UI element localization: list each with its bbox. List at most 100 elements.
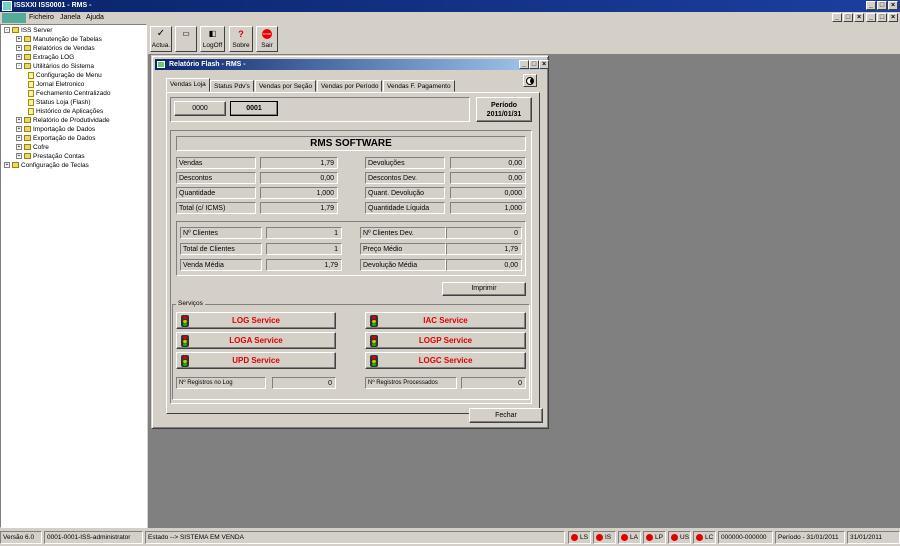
service-button[interactable]: LOG Service [176,312,336,329]
tree-node[interactable]: + Exportação de Dados [16,134,96,143]
service-button[interactable]: LOGA Service [176,332,336,349]
folder-icon [24,63,31,70]
tab-vendas-periodo[interactable]: Vendas por Período [317,80,383,92]
collapse-icon[interactable]: - [4,27,10,34]
app-menu-icon[interactable] [2,13,26,23]
returns-field-label: Quant. Devolução [365,187,445,199]
fechar-button[interactable]: Fechar [469,408,543,423]
server-icon [12,27,19,34]
dialog-titlebar: Relatório Flash - RMS - _ □ × [155,59,549,70]
expand-icon[interactable]: + [16,117,22,124]
tree-node[interactable]: + Relatórios de Vendas [16,44,95,53]
period-panel: Período - 31/01/2011 [775,531,845,544]
minimize-button[interactable]: _ [866,1,876,10]
reg-proc-value: 0 [461,377,526,389]
mdi-minimize-button[interactable]: _ [832,13,842,22]
service-button[interactable]: LOGP Service [365,332,526,349]
tab-vendas-loja[interactable]: Vendas Loja [166,78,210,92]
sales-field-value: 0,00 [260,172,338,184]
sales-field-label: Vendas [176,157,256,169]
expand-icon[interactable]: + [16,45,22,52]
clients-field-label: Nº Clientes [180,227,262,239]
traffic-light-icon [370,355,378,367]
flash-report-window: Relatório Flash - RMS - _ □ × Vendas Loj… [151,55,549,429]
traffic-light-icon [370,315,378,327]
clients-field-value: 1 [266,227,342,239]
sales-field-label: Quantidade [176,187,256,199]
tree-node[interactable]: Histórico de Aplicações [28,107,103,116]
tree-node-label: Fechamento Centralizado [36,90,111,97]
tree-node-label: Extração LOG [33,54,75,61]
help-icon: ? [238,29,244,39]
sales-field-label: Descontos [176,172,256,184]
returns-field-value: 0,00 [450,157,526,169]
tree-node[interactable]: - Utilitários do Sistema [16,62,94,71]
mdi2-restore-button[interactable]: □ [877,13,887,22]
dialog-title: Relatório Flash - RMS - [169,61,246,68]
window-button[interactable]: ▭ [175,26,197,52]
tree-node[interactable]: Configuração de Menu [28,71,102,80]
clients-field-label: Total de Clientes [180,243,262,255]
tab-vendas-secao[interactable]: Vendas por Seção [255,80,317,92]
returns-field-label: Devoluções [365,157,445,169]
dialog-close-button[interactable]: × [539,60,549,69]
tab-status-pdvs[interactable]: Status Pdv's [210,80,254,92]
expand-icon[interactable]: + [16,126,22,133]
period-value: 2011/01/31 [486,111,522,118]
document-icon [28,107,34,115]
tree-node[interactable]: Jornal Eletronico [28,80,84,89]
expand-icon[interactable]: + [16,36,22,43]
sair-button[interactable]: STOP Sair [256,26,278,52]
menu-janela[interactable]: Janela [60,12,81,24]
theme-toggle-button[interactable] [523,74,537,87]
traffic-light-icon [370,335,378,347]
reg-log-value: 0 [272,377,336,389]
tree-node[interactable]: Status Loja (Flash) [28,98,91,107]
expand-icon[interactable]: + [16,144,22,151]
tree-node-label: Configuração de Teclas [21,162,89,169]
sobre-button[interactable]: ? Sobre [229,26,253,52]
tree-node[interactable]: - ISS Server [4,26,52,35]
menu-ficheiro[interactable]: Ficheiro [29,12,54,24]
expand-icon[interactable]: + [16,153,22,160]
tree-node[interactable]: Fechamento Centralizado [28,89,110,98]
menubar: Ficheiro Janela Ajuda _ □ × _ □ × [0,12,900,24]
store-0001-button[interactable]: 0001 [230,101,278,116]
tree-node[interactable]: + Importação de Dados [16,125,95,134]
tab-vendas-pagamento[interactable]: Vendas F. Pagamento [383,80,455,92]
expand-icon[interactable]: + [4,162,10,169]
menu-ajuda[interactable]: Ajuda [86,12,104,24]
close-button[interactable]: × [888,1,898,10]
logoff-button[interactable]: ◧ LogOff [200,26,225,52]
tree-node[interactable]: + Cofre [16,143,49,152]
traffic-light-icon [181,335,189,347]
collapse-icon[interactable]: - [16,63,22,70]
dialog-maximize-button[interactable]: □ [529,60,539,69]
mdi2-close-button[interactable]: × [888,13,898,22]
maximize-button[interactable]: □ [877,1,887,10]
indicator-panel: LP [643,531,666,544]
document-icon [28,80,34,88]
folder-icon [24,54,31,61]
imprimir-button[interactable]: Imprimir [442,282,526,296]
service-button[interactable]: IAC Service [365,312,526,329]
tree-node[interactable]: + Extração LOG [16,53,74,62]
actua-button[interactable]: ✓ Actua. [150,26,172,52]
tree-node[interactable]: + Configuração de Teclas [4,161,89,170]
expand-icon[interactable]: + [16,54,22,61]
expand-icon[interactable]: + [16,135,22,142]
service-button[interactable]: UPD Service [176,352,336,369]
tree-node-label: ISS Server [21,27,53,34]
mdi-restore-button[interactable]: □ [843,13,853,22]
mdi2-minimize-button[interactable]: _ [866,13,876,22]
tree-node[interactable]: + Prestação Contas [16,152,85,161]
service-button[interactable]: LOGC Service [365,352,526,369]
clients-return-field-value: 1,79 [446,243,522,255]
store-0000-button[interactable]: 0000 [174,101,226,116]
mdi-close-button[interactable]: × [854,13,864,22]
dialog-minimize-button[interactable]: _ [519,60,529,69]
tree-node[interactable]: + Manutenção de Tabelas [16,35,102,44]
tree-node[interactable]: + Relatório de Produtividade [16,116,110,125]
indicator-panel: US [668,531,691,544]
indicator-panel: LA [618,531,641,544]
